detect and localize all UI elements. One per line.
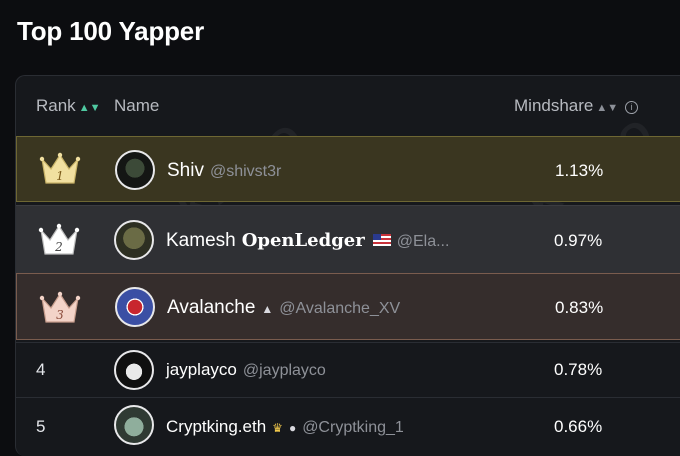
page-title: Top 100 Yapper (17, 16, 204, 46)
rank-header[interactable]: Rank ▲▼ (36, 96, 100, 116)
rank-number: 4 (36, 360, 46, 379)
silver-crown-icon: 2 (38, 223, 80, 255)
rank-number: 1 (56, 169, 64, 183)
avatar[interactable] (115, 287, 155, 327)
user-name[interactable]: Shiv @shivst3r (167, 160, 281, 182)
mountain-icon: ▲ (261, 302, 274, 316)
mindshare-value: 0.78% (554, 360, 603, 379)
user-handle: @Avalanche_XV (279, 300, 401, 317)
mindshare-header[interactable]: Mindshare ▲▼ i (514, 96, 639, 116)
rank-number: 5 (36, 417, 46, 436)
crown-emoji-icon: ♛ (272, 421, 283, 435)
user-handle: @shivst3r (209, 163, 282, 180)
table-row[interactable]: 5 Cryptking.eth ♛ ● @Cryptking_1 0.66% (16, 397, 680, 456)
mindshare-value: 0.83% (555, 298, 604, 317)
mindshare-value: 0.97% (554, 231, 603, 250)
mindshare-value: 1.13% (555, 161, 604, 180)
rank-number: 2 (54, 240, 63, 254)
avatar[interactable] (115, 150, 155, 190)
bronze-crown-icon: 3 (39, 291, 81, 323)
info-icon[interactable]: i (625, 101, 639, 114)
sort-arrows-icon[interactable]: ▲▼ (79, 102, 101, 114)
rank-number: 3 (56, 308, 64, 322)
table-header: Rank ▲▼ Name Mindshare ▲▼ i (16, 76, 680, 136)
user-name[interactable]: Avalanche ▲ @Avalanche_XV (167, 297, 400, 319)
sort-arrows-icon[interactable]: ▲▼ (596, 102, 618, 114)
mindshare-value: 0.66% (554, 417, 603, 436)
user-handle: @jayplayco (242, 362, 326, 379)
table-row[interactable]: 4 jayplayco @jayplayco 0.78% (16, 342, 680, 398)
table-row[interactable]: 1 Shiv @shivst3r 1.13% (16, 136, 680, 202)
leaderboard-table: KAITO KAITO KAITO Rank▲▼ Name Mindshare▲… (15, 75, 680, 456)
table-row[interactable]: 3 Avalanche ▲ @Avalanche_XV 0.83% (16, 273, 680, 340)
user-name[interactable]: Kamesh OpenLedger @Ela... (166, 230, 449, 252)
avatar[interactable] (114, 405, 154, 445)
us-flag-icon (372, 234, 391, 246)
gold-crown-icon: 1 (39, 152, 81, 184)
user-handle: @Ela... (396, 233, 450, 250)
table-row[interactable]: 2 Kamesh OpenLedger @Ela... 0.97% (16, 205, 680, 273)
user-name[interactable]: jayplayco @jayplayco (166, 360, 326, 380)
brand-label: OpenLedger (241, 230, 365, 251)
avatar[interactable] (114, 350, 154, 390)
avatar[interactable] (114, 220, 154, 260)
user-name[interactable]: Cryptking.eth ♛ ● @Cryptking_1 (166, 417, 404, 437)
user-handle: @Cryptking_1 (302, 419, 404, 436)
name-header: Name (114, 96, 160, 115)
gorilla-emoji-icon: ● (288, 421, 297, 435)
